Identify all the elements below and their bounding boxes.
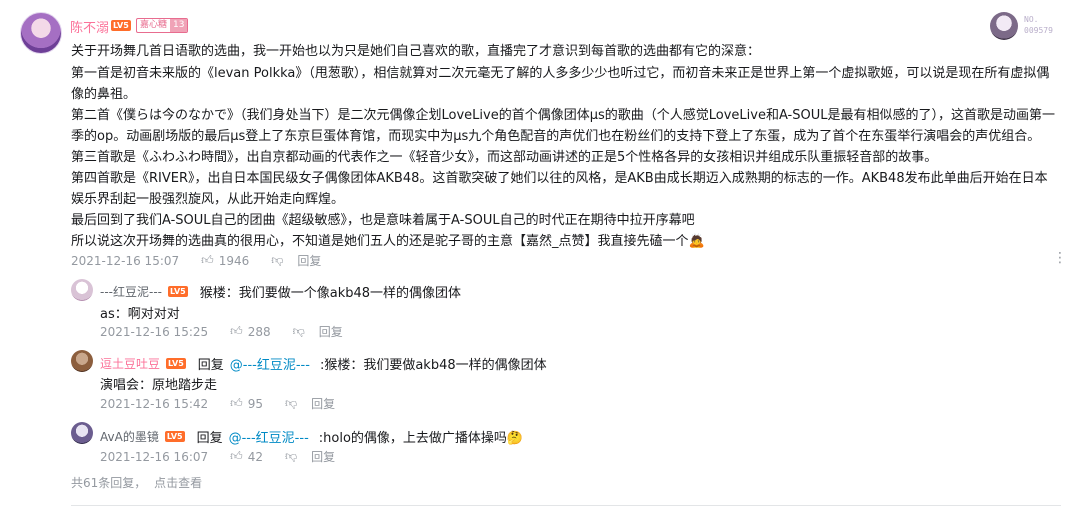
level-badge: LV5 <box>111 20 131 31</box>
reply-username[interactable]: AvA的墨镜 <box>100 428 159 445</box>
avatar[interactable] <box>20 12 62 54</box>
comment-line: 娱乐界刮起一股强烈旋风，从此开始走向辉煌。 <box>71 192 345 207</box>
comment-line: 所以说这次开场舞的选曲真的很用心，不知道是她们五人的还是驼子哥的主意【嘉然_点赞… <box>71 234 705 249</box>
level-badge: LV5 <box>164 431 185 442</box>
thumb-down-icon[interactable]: 👎︎ <box>271 253 283 268</box>
like-button[interactable]: 👍︎ 95 <box>230 396 263 411</box>
reply-text: :猴楼：我们要做akb48一样的偶像团体 <box>319 358 547 373</box>
reply-prefix: 回复 <box>196 431 223 446</box>
comment-line: 第三首歌是《ふわふわ時間》，出自京都动画的代表作之一《轻音少女》，而这部动画讲述… <box>71 150 938 165</box>
reply-header: ---红豆泥--- LV5 猴楼：我们要做一个像akb48一样的偶像团体 <box>100 282 461 301</box>
reply-meta: 2021-12-16 16:07 👍︎ 42 👎︎ 回复 <box>100 448 335 465</box>
reply-count-footer: 共61条回复， 点击查看 <box>71 474 202 491</box>
reply-avatar[interactable] <box>71 422 93 444</box>
reply-text: as：啊对对对 <box>100 307 180 322</box>
deco-label: NO. <box>1024 15 1039 24</box>
reply-meta: 2021-12-16 15:25 👍︎ 288 👎︎ 回复 <box>100 323 343 340</box>
like-count: 1946 <box>218 253 250 268</box>
comment-line: 第四首歌是《RIVER》，出自日本国民级女子偶像团体AKB48。这首歌突破了她们… <box>71 171 1048 186</box>
mention-link[interactable]: @---红豆泥--- <box>229 427 309 446</box>
reply-button[interactable]: 回复 <box>311 395 335 412</box>
reply-button[interactable]: 回复 <box>297 252 321 269</box>
divider <box>71 505 1061 506</box>
reply-avatar[interactable] <box>71 279 93 301</box>
level-badge: LV5 <box>167 286 188 297</box>
comment-line: 最后回到了我们A-SOUL自己的团曲《超级敏感》，也是意味着属于A-SOUL自己… <box>71 213 695 228</box>
like-count: 95 <box>247 396 263 411</box>
like-button[interactable]: 👍︎ 42 <box>230 449 263 464</box>
like-button[interactable]: 👍︎ 1946 <box>201 253 249 268</box>
comment-line: 季的op。动画剧场版的最后μs登上了东京巨蛋体育馆，而现实中为μs九个角色配音的… <box>71 129 1041 144</box>
comment-line: 像的鼻祖。 <box>71 87 137 102</box>
reply-button[interactable]: 回复 <box>319 323 343 340</box>
decoration-card-avatar <box>990 12 1018 40</box>
thumb-down-icon[interactable]: 👎︎ <box>293 324 305 339</box>
reply-count: 共61条回复， <box>71 476 147 490</box>
reply-text: 演唱会：原地踏步走 <box>100 378 218 393</box>
reply-username[interactable]: ---红豆泥--- <box>100 283 162 300</box>
like-button[interactable]: 👍︎ 288 <box>230 324 270 339</box>
reply-username[interactable]: 逗土豆吐豆 <box>100 355 160 372</box>
thumb-up-icon: 👍︎ <box>230 324 243 338</box>
reply-meta: 2021-12-16 15:42 👍︎ 95 👎︎ 回复 <box>100 395 335 412</box>
view-more-link[interactable]: 点击查看 <box>154 476 202 490</box>
thumb-up-icon: 👍︎ <box>201 253 214 267</box>
reply-header: 逗土豆吐豆 LV5 回复 @---红豆泥--- :猴楼：我们要做akb48一样的… <box>100 354 547 373</box>
comment-meta: 2021-12-16 15:07 👍︎ 1946 👎︎ 回复 <box>71 252 321 269</box>
thumb-down-icon[interactable]: 👎︎ <box>285 449 297 464</box>
thumb-up-icon: 👍︎ <box>230 449 243 463</box>
reply-button[interactable]: 回复 <box>311 448 335 465</box>
reply-time: 2021-12-16 16:07 <box>100 449 209 464</box>
level-badge: LV5 <box>166 358 186 369</box>
fan-medal[interactable]: 嘉心糖 13 <box>136 18 189 33</box>
reply-prefix: 回复 <box>197 358 224 373</box>
like-count: 288 <box>247 324 271 339</box>
reply-time: 2021-12-16 15:42 <box>100 396 209 411</box>
reply-text: :holo的偶像，上去做广播体操吗🤔 <box>318 431 524 446</box>
reply-time: 2021-12-16 15:25 <box>100 324 209 339</box>
medal-name: 嘉心糖 <box>140 20 168 30</box>
comment-line: 第一首是初音未来版的《levan Polkka》（甩葱歌），相信就算对二次元毫无… <box>71 66 1050 81</box>
comment-line: 第二首《僕らは今のなかで》（我们身处当下）是二次元偶像企划LoveLive的首个… <box>71 108 1055 123</box>
mention-link[interactable]: @---红豆泥--- <box>230 354 310 373</box>
username[interactable]: 陈不溺 <box>70 17 109 36</box>
like-count: 42 <box>247 449 263 464</box>
reply-text: 猴楼：我们要做一个像akb48一样的偶像团体 <box>199 286 462 301</box>
comment-line: 关于开场舞几首日语歌的选曲，我一开始也以为只是她们自己喜欢的歌，直播完了才意识到… <box>71 44 761 59</box>
reply-avatar[interactable] <box>71 350 93 372</box>
thumb-up-icon: 👍︎ <box>230 396 243 410</box>
thumb-down-icon[interactable]: 👎︎ <box>285 396 297 411</box>
more-vertical-icon[interactable]: ⋮ <box>1053 250 1067 266</box>
medal-level: 13 <box>170 19 188 32</box>
comment-time: 2021-12-16 15:07 <box>71 253 180 268</box>
deco-number: 009579 <box>1024 26 1053 35</box>
reply-header: AvA的墨镜 LV5 回复 @---红豆泥--- :holo的偶像，上去做广播体… <box>100 427 523 446</box>
decoration-card-number: NO. 009579 <box>1024 14 1053 36</box>
